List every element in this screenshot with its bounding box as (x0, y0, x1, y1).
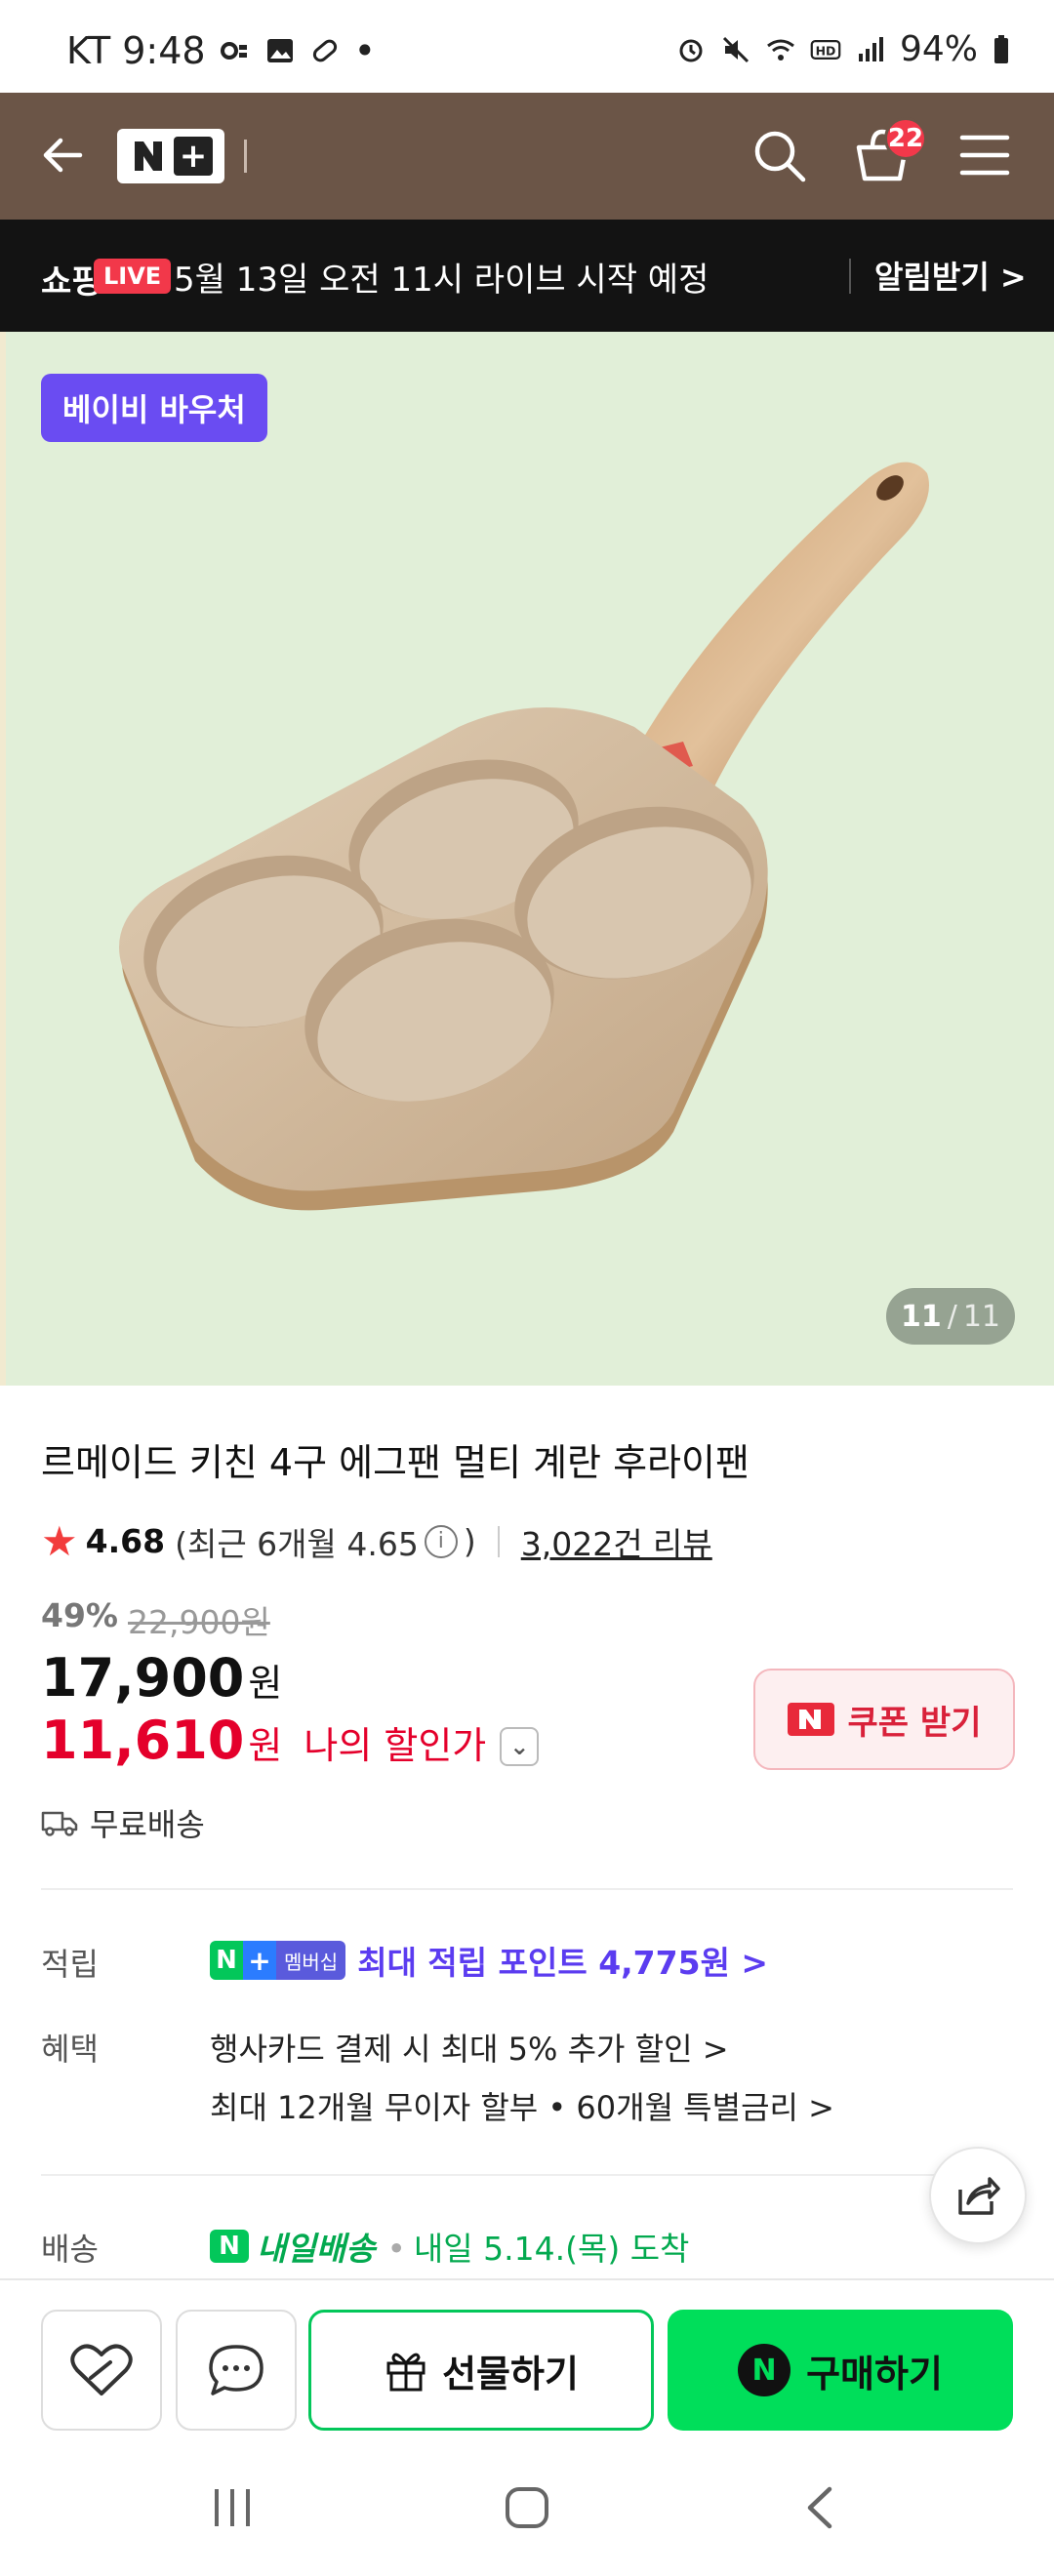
shipping-fee: 무료배송 (41, 1800, 205, 1845)
gallery-icon (266, 39, 293, 62)
shipping-fee-text: 무료배송 (90, 1806, 205, 1843)
delivery-row: N 내일배송 • 내일 5.14.(목) 도착 (210, 2223, 689, 2270)
cart-count-badge: 22 (884, 117, 927, 160)
product-image-carousel[interactable] (0, 332, 1054, 1386)
next-day-truck-icon: N (210, 2230, 249, 2263)
battery-level: 94% (899, 29, 978, 69)
gift-icon (386, 2353, 426, 2392)
section-divider (41, 1888, 1013, 1890)
share-button[interactable] (929, 2147, 1027, 2244)
truck-icon (41, 1811, 78, 1836)
bottom-action-bar: 선물하기 N 구매하기 (0, 2278, 1054, 2444)
home-icon[interactable] (504, 2483, 550, 2532)
naver-plus-membership-badge: N + 멤버십 (210, 1941, 346, 1980)
signal-icon (858, 36, 883, 61)
recent-rating-close: ) (463, 1522, 476, 1560)
product-title: 르메이드 키친 4구 에그팬 멀티 계란 후라이팬 (41, 1441, 750, 1484)
naver-plus-logo[interactable]: + (117, 129, 224, 183)
system-navigation-bar (0, 2444, 1054, 2576)
points-row[interactable]: N + 멤버십 최대 적립 포인트 4,775원 > (210, 1937, 768, 1984)
image-pager: 11 / 11 (886, 1288, 1015, 1345)
status-dot: • (353, 29, 377, 72)
gift-label: 선물하기 (442, 2352, 579, 2395)
membership-plus: + (243, 1941, 276, 1980)
points-label: 적립 (41, 1946, 99, 1983)
live-divider (849, 259, 851, 294)
section-divider (41, 2174, 1013, 2176)
sale-price-value: 17,900 (41, 1647, 245, 1709)
delivery-label: 배송 (41, 2231, 99, 2268)
mute-icon (722, 36, 750, 62)
pager-separator: / (947, 1299, 957, 1334)
battery-icon (994, 34, 1008, 63)
benefits-label: 혜택 (41, 2031, 99, 2068)
back-icon[interactable] (800, 2483, 839, 2532)
sale-price: 17,900 원 (41, 1647, 282, 1709)
chevron-down-icon[interactable]: ⌄ (500, 1727, 540, 1766)
rating-row: ★ 4.68 (최근 6개월 4.65 i ) 3,022건 리뷰 (41, 1517, 712, 1565)
chat-bubble-icon (209, 2345, 264, 2395)
membership-tag: 멤버십 (276, 1941, 346, 1980)
next-day-delivery: N 내일배송 (210, 2223, 375, 2270)
wifi-icon (767, 39, 794, 60)
rating-score: 4.68 (85, 1522, 166, 1560)
product-photo (119, 462, 929, 1211)
buy-button[interactable]: N 구매하기 (668, 2310, 1013, 2431)
pager-current: 11 (900, 1299, 942, 1334)
recent-apps-icon[interactable] (211, 2483, 254, 2532)
notification-icon (220, 42, 247, 60)
arrival-dot: • (386, 2230, 406, 2268)
my-price-unit: 원 (248, 1724, 283, 1767)
live-banner[interactable]: 쇼핑 LIVE 5월 13일 오전 11시 라이브 시작 예정 알림받기 > (0, 220, 1054, 332)
alarm-icon (679, 39, 703, 61)
installment-link[interactable]: 최대 12개월 무이자 할부 • 60개월 특별금리 > (210, 2083, 834, 2128)
gift-button[interactable]: 선물하기 (308, 2310, 654, 2431)
naver-n-icon (135, 141, 162, 171)
search-icon[interactable] (751, 128, 808, 184)
buy-label: 구매하기 (806, 2352, 943, 2395)
naver-pay-icon: N (738, 2344, 791, 2396)
share-icon (958, 2177, 1000, 2215)
card-discount-link[interactable]: 행사카드 결제 시 최대 5% 추가 할인 > (210, 2025, 729, 2070)
heart-icon (70, 2344, 133, 2395)
info-icon[interactable]: i (424, 1524, 458, 1558)
pill-icon (312, 39, 337, 62)
sale-price-unit: 원 (248, 1662, 283, 1705)
discount-row: 49% 22,900원 (41, 1596, 270, 1643)
arrival-date: • 내일 5.14.(목) 도착 (386, 2223, 689, 2270)
star-icon: ★ (41, 1517, 78, 1565)
my-discount-price[interactable]: 11,610 원 나의 할인가 ⌄ (41, 1710, 540, 1771)
wishlist-button[interactable] (41, 2310, 162, 2431)
rating-divider (497, 1525, 500, 1557)
live-badge: LIVE (94, 259, 172, 294)
plus-icon: + (174, 137, 213, 176)
discount-percent: 49% (41, 1596, 118, 1634)
next-day-label: 내일배송 (257, 2230, 376, 2268)
original-price: 22,900원 (128, 1603, 270, 1641)
live-schedule-text: 5월 13일 오전 11시 라이브 시작 예정 (174, 261, 709, 300)
coupon-label: 쿠폰 받기 (847, 1703, 982, 1743)
status-bar: KT 9:48 • HD 94% (0, 0, 1054, 93)
hd-icon: HD (810, 39, 841, 60)
menu-icon[interactable] (958, 132, 1011, 179)
header-divider (244, 140, 247, 173)
my-price-value: 11,610 (41, 1710, 245, 1771)
alarm-subscribe-button[interactable]: 알림받기 > (874, 253, 1027, 298)
coupon-button[interactable]: 쿠폰 받기 (753, 1669, 1015, 1770)
pager-total: 11 (962, 1299, 1001, 1334)
recent-rating: (최근 6개월 4.65 (175, 1524, 419, 1563)
arrival-text: 내일 5.14.(목) 도착 (413, 2230, 690, 2268)
review-count-link[interactable]: 3,022건 리뷰 (521, 1518, 712, 1565)
max-points-text[interactable]: 최대 적립 포인트 4,775원 > (357, 1937, 768, 1984)
back-arrow-icon[interactable] (37, 128, 92, 182)
svg-text:HD: HD (816, 43, 836, 58)
membership-n: N (210, 1941, 243, 1980)
carrier-time: KT 9:48 (66, 29, 206, 72)
naver-n-icon (787, 1703, 834, 1736)
talk-button[interactable] (176, 2310, 297, 2431)
my-price-label: 나의 할인가 (304, 1724, 487, 1767)
baby-voucher-badge: 베이비 바우처 (41, 374, 267, 442)
